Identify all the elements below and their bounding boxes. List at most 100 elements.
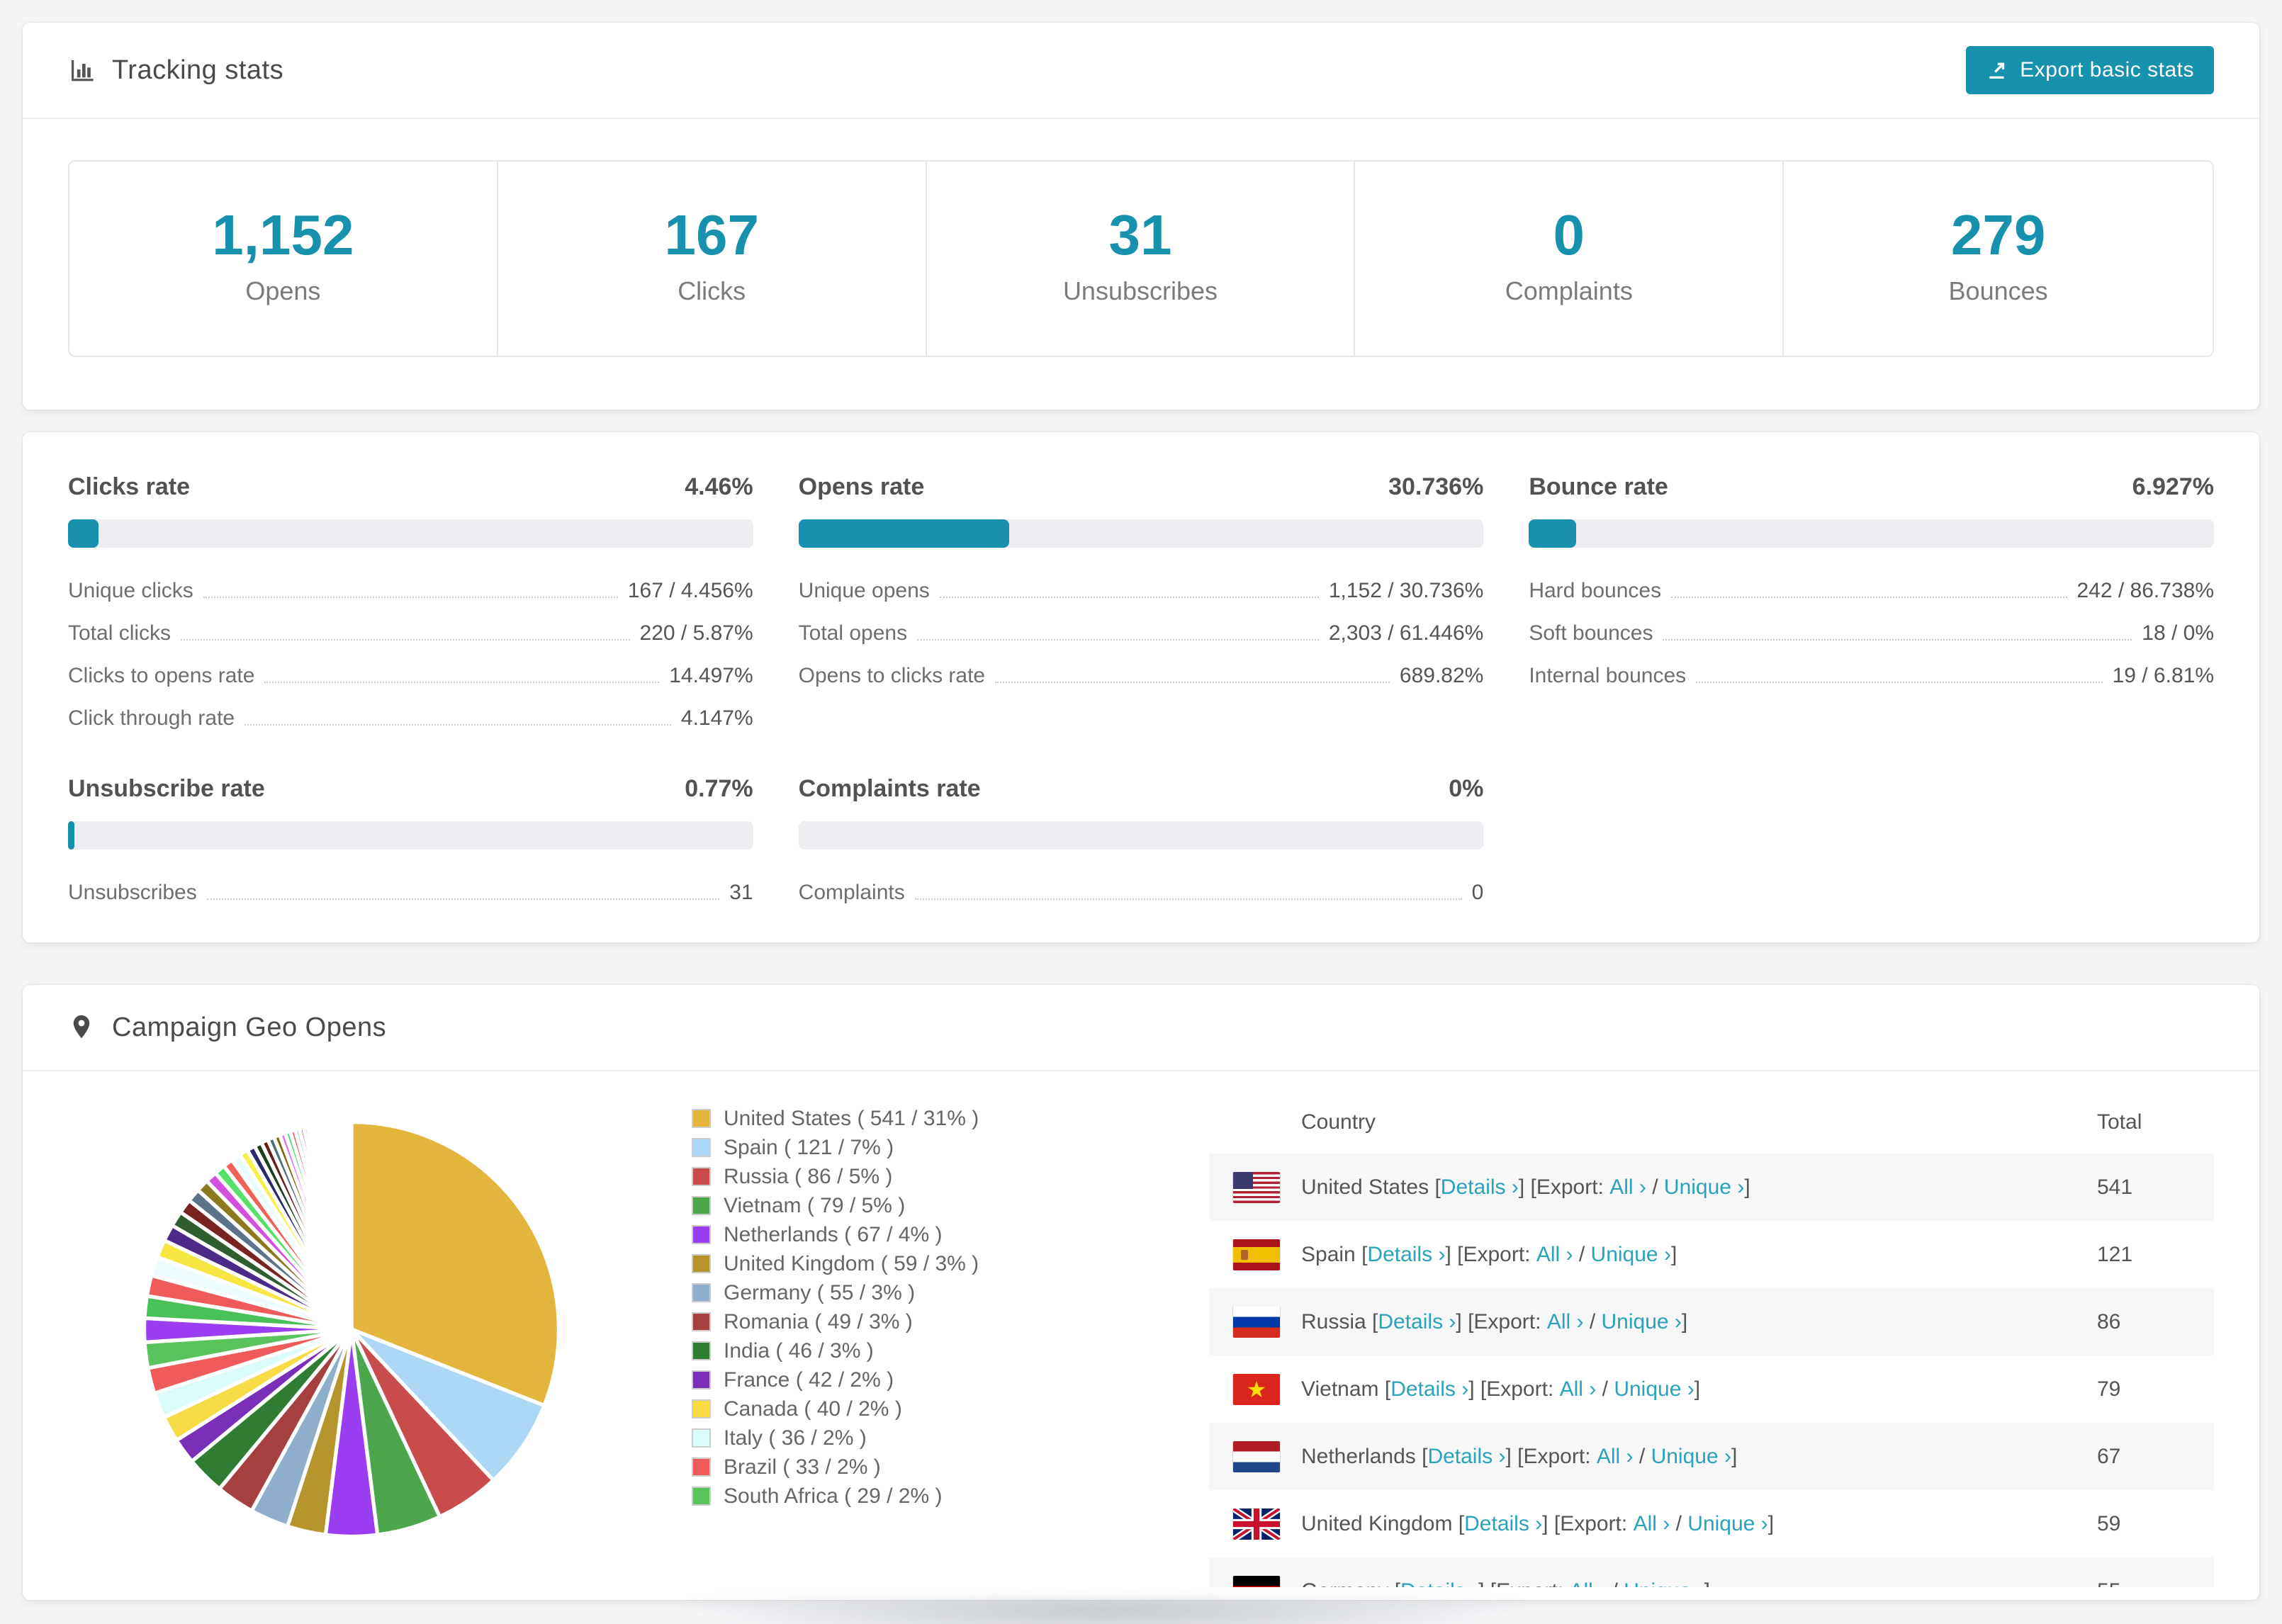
dotted-leader — [264, 682, 660, 683]
rate-progress-fill — [68, 821, 74, 850]
rate-detail-row: Hard bounces 242 / 86.738% — [1529, 579, 2214, 602]
rate-card-complaints-rate: Complaints rate 0% Complaints 0 — [798, 775, 1484, 904]
dashboard-page: Tracking stats Export basic stats 1,152 … — [0, 0, 2282, 1624]
country-flag-icon — [1233, 1306, 1280, 1338]
export-basic-stats-button[interactable]: Export basic stats — [1966, 46, 2214, 94]
rate-detail-row: Clicks to opens rate 14.497% — [68, 664, 753, 687]
pie-slice-other[interactable] — [349, 1120, 354, 1331]
rate-value: 4.46% — [685, 473, 753, 500]
table-row-us: United States [Details ›] [Export: All ›… — [1209, 1154, 2214, 1221]
country-total: 121 — [2097, 1242, 2133, 1266]
country-total: 86 — [2097, 1309, 2121, 1333]
legend-swatch — [692, 1283, 711, 1302]
country-name: Vietnam — [1301, 1377, 1379, 1401]
dotted-leader — [939, 597, 1319, 598]
rates-card: Clicks rate 4.46% Unique clicks 167 / 4.… — [23, 432, 2259, 942]
country-total: 67 — [2097, 1444, 2121, 1468]
rate-title: Clicks rate — [68, 473, 190, 500]
legend-item: United States ( 541 / 31% ) — [692, 1104, 1145, 1133]
table-row-vn: ★ Vietnam [Details ›] [Export: All › / U… — [1209, 1355, 2214, 1423]
export-unique-link[interactable]: Unique › — [1624, 1579, 1704, 1588]
details-link[interactable]: Details › — [1427, 1445, 1505, 1469]
rate-detail-value: 0 — [1471, 881, 1484, 904]
rate-detail-value: 14.497% — [669, 664, 753, 687]
stat-label: Complaints — [1505, 276, 1633, 305]
rate-detail-value: 220 / 5.87% — [639, 621, 753, 645]
rate-detail-value: 689.82% — [1399, 664, 1484, 687]
legend-label: India ( 46 / 3% ) — [724, 1338, 874, 1363]
country-total: 59 — [2097, 1511, 2121, 1535]
legend-label: Netherlands ( 67 / 4% ) — [724, 1222, 943, 1246]
country-flag-icon — [1233, 1575, 1280, 1587]
rate-detail-label: Clicks to opens rate — [68, 664, 255, 687]
legend-item: Russia ( 86 / 5% ) — [692, 1162, 1145, 1191]
export-all-link[interactable]: All › — [1597, 1445, 1634, 1469]
stat-value: 0 — [1553, 203, 1585, 266]
rate-detail-label: Soft bounces — [1529, 621, 1653, 645]
rate-detail-row: Opens to clicks rate 689.82% — [799, 664, 1484, 687]
rate-progress-bar — [798, 519, 1484, 548]
legend-swatch — [692, 1399, 711, 1419]
export-unique-link[interactable]: Unique › — [1614, 1377, 1694, 1402]
rate-card-clicks-rate: Clicks rate 4.46% Unique clicks 167 / 4.… — [68, 473, 753, 730]
details-link[interactable]: Details › — [1400, 1579, 1478, 1588]
legend-swatch — [692, 1428, 711, 1448]
rate-progress-bar — [68, 821, 753, 850]
rate-detail-value: 167 / 4.456% — [627, 579, 753, 602]
legend-label: Brazil ( 33 / 2% ) — [724, 1455, 881, 1479]
rate-detail-label: Total clicks — [68, 621, 172, 645]
export-unique-link[interactable]: Unique › — [1687, 1512, 1767, 1536]
legend-item: Canada ( 40 / 2% ) — [692, 1394, 1145, 1423]
details-link[interactable]: Details › — [1441, 1175, 1519, 1200]
export-all-link[interactable]: All › — [1569, 1579, 1606, 1588]
rate-detail-label: Complaints — [798, 881, 905, 904]
export-all-link[interactable]: All › — [1536, 1243, 1573, 1267]
summary-stat: 1,152 Opens — [69, 162, 498, 356]
rate-detail-label: Click through rate — [68, 706, 235, 730]
tracking-stats-header: Tracking stats Export basic stats — [23, 23, 2259, 119]
summary-stat: 279 Bounces — [1784, 162, 2213, 356]
stat-value: 31 — [1108, 203, 1172, 266]
export-unique-link[interactable]: Unique › — [1602, 1310, 1682, 1334]
dotted-leader — [1663, 639, 2132, 641]
geo-opens-table: Country Total United States [Details ›] … — [1209, 1091, 2214, 1587]
rate-detail-label: Unique opens — [798, 579, 930, 602]
export-all-link[interactable]: All › — [1547, 1310, 1584, 1334]
legend-swatch — [692, 1254, 711, 1273]
export-unique-link[interactable]: Unique › — [1591, 1243, 1671, 1267]
country-name: Netherlands — [1301, 1444, 1416, 1468]
legend-swatch — [692, 1225, 711, 1244]
details-link[interactable]: Details › — [1390, 1377, 1468, 1402]
legend-label: Spain ( 121 / 7% ) — [724, 1135, 894, 1159]
legend-label: Romania ( 49 / 3% ) — [724, 1309, 913, 1333]
dotted-leader — [917, 639, 1319, 641]
details-link[interactable]: Details › — [1378, 1310, 1456, 1334]
export-unique-link[interactable]: Unique › — [1651, 1445, 1731, 1469]
column-header-country: Country — [1301, 1110, 1376, 1134]
country-flag-icon — [1233, 1440, 1280, 1472]
column-header-total: Total — [2097, 1110, 2142, 1134]
legend-label: Germany ( 55 / 3% ) — [724, 1280, 916, 1304]
details-link[interactable]: Details › — [1464, 1512, 1542, 1536]
export-unique-link[interactable]: Unique › — [1664, 1175, 1744, 1200]
table-header-row: Country Total — [1209, 1091, 2214, 1154]
rates-grid: Clicks rate 4.46% Unique clicks 167 / 4.… — [68, 473, 2214, 904]
rate-detail-value: 4.147% — [680, 706, 753, 730]
legend-item: Italy ( 36 / 2% ) — [692, 1423, 1145, 1453]
legend-swatch — [692, 1487, 711, 1506]
legend-item: Germany ( 55 / 3% ) — [692, 1278, 1145, 1307]
country-flag-icon — [1233, 1239, 1280, 1270]
legend-swatch — [692, 1196, 711, 1215]
export-icon — [1986, 59, 2008, 81]
legend-label: France ( 42 / 2% ) — [724, 1368, 894, 1392]
rate-card-unsubscribe-rate: Unsubscribe rate 0.77% Unsubscribes 31 — [68, 775, 753, 904]
rate-detail-label: Hard bounces — [1529, 579, 1662, 602]
dotted-leader — [203, 597, 618, 598]
export-all-link[interactable]: All › — [1560, 1377, 1597, 1402]
details-link[interactable]: Details › — [1367, 1243, 1445, 1267]
rate-progress-bar — [1529, 519, 2214, 548]
legend-item: South Africa ( 29 / 2% ) — [692, 1482, 1145, 1511]
export-all-link[interactable]: All › — [1609, 1175, 1646, 1200]
export-all-link[interactable]: All › — [1634, 1512, 1670, 1536]
dotted-leader — [914, 898, 1462, 900]
